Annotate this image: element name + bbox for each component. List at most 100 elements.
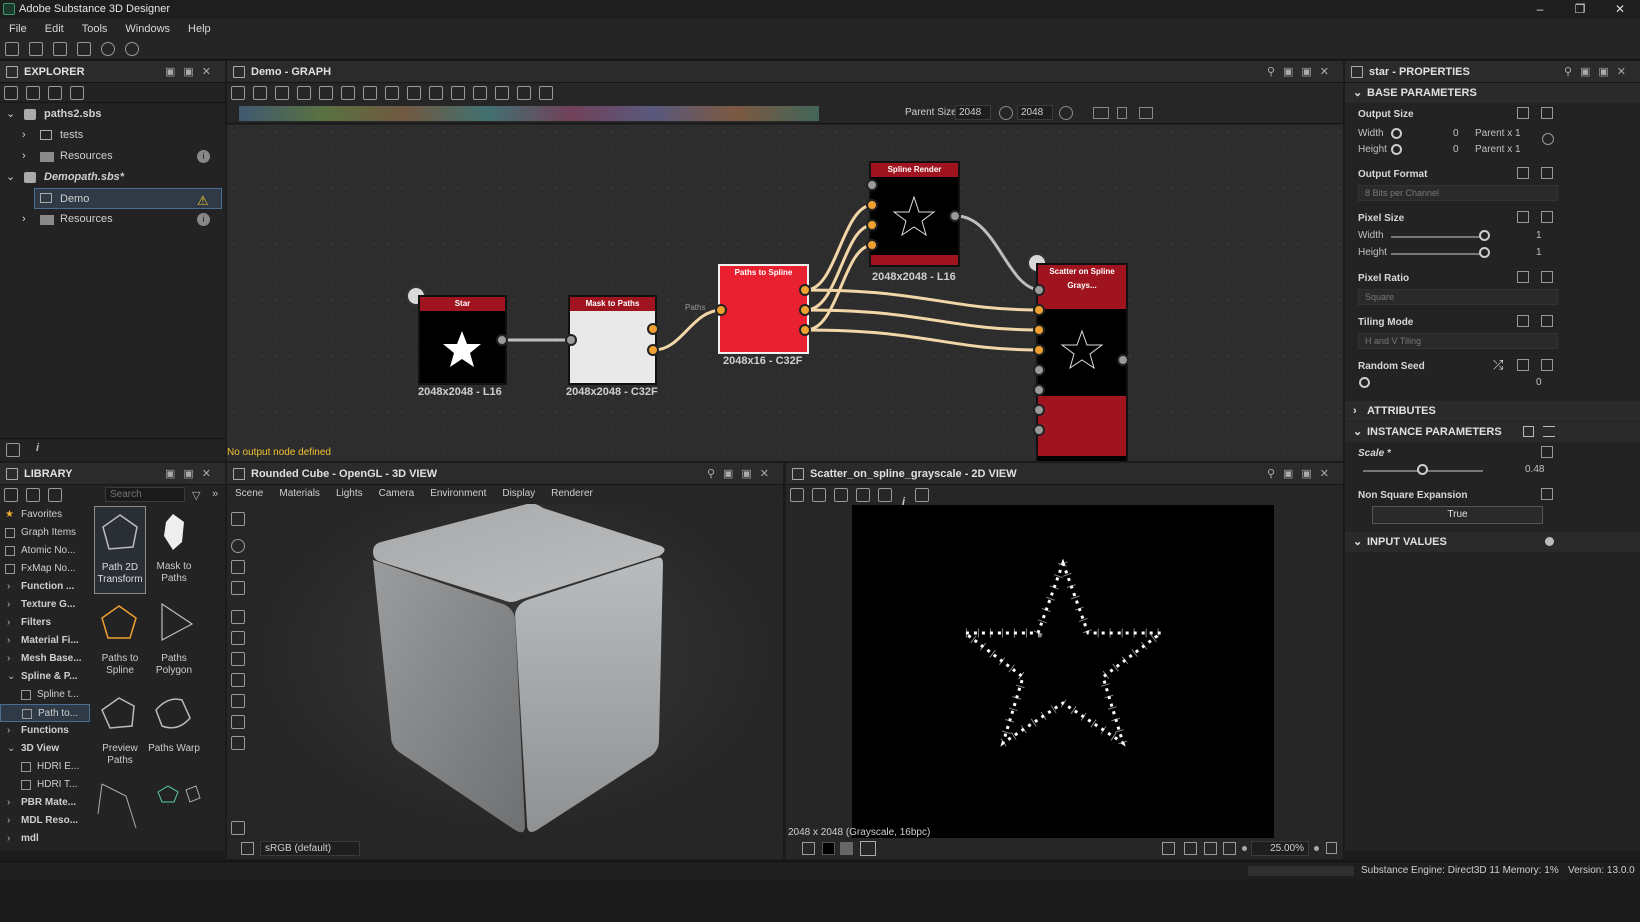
input-port[interactable] [1033,304,1045,316]
input-port[interactable] [866,239,878,251]
input-port[interactable] [866,219,878,231]
relative-to-parent-icon[interactable] [1517,315,1529,327]
align-icon[interactable] [341,86,355,100]
height-slider-handle[interactable] [1391,144,1402,155]
maximize-button[interactable]: ❐ [1565,1,1595,18]
comment-icon[interactable] [385,86,399,100]
tiling-mode-select[interactable]: H and V Tiling [1358,333,1558,349]
pixel-width-slider[interactable] [1391,236,1485,238]
lock-icon[interactable] [1326,842,1337,854]
menu-scene[interactable]: Scene [227,485,271,503]
frame-icon[interactable] [1204,842,1217,855]
tools-icon[interactable] [473,86,487,100]
node-scatter-on-spline[interactable]: Scatter on Spline Grays... [1036,263,1128,461]
parent-size-select[interactable]: 2048 [955,105,991,120]
copy-icon[interactable] [790,488,804,502]
output-port[interactable] [799,304,811,316]
save-icon[interactable] [77,42,91,56]
histogram-icon[interactable] [915,488,930,502]
light-icon[interactable] [231,539,245,553]
panel-controls[interactable]: ⚲▣▣✕ [1267,463,1337,485]
panel-controls[interactable]: ▣▣✕ [165,61,219,83]
publish-tool-icon[interactable] [517,86,531,100]
new-graph-icon[interactable] [5,42,19,56]
2d-viewport[interactable]: 2048 x 2048 (Grayscale, 16bpc) [786,505,1343,838]
black-bg-icon[interactable] [822,842,835,855]
input-port[interactable] [1033,364,1045,376]
section-attributes[interactable]: › ATTRIBUTES [1345,401,1640,421]
frame-node-icon[interactable] [407,86,421,100]
relative-to-parent-icon[interactable] [1517,271,1529,283]
slider-handle[interactable] [1479,247,1490,258]
reset-icon[interactable] [1059,106,1073,120]
menu-display[interactable]: Display [494,485,543,503]
info-i-icon[interactable]: i [36,442,39,454]
snapshot-icon[interactable] [231,581,245,595]
node-star[interactable]: Star [418,295,507,385]
library-category[interactable]: FxMap No... [0,560,90,578]
layout-icon[interactable] [363,86,377,100]
input-port[interactable] [565,334,577,346]
filter-icon[interactable]: ▽ [192,489,200,502]
library-category[interactable]: › PBR Mate... [0,794,90,812]
relative-to-parent-icon[interactable] [1517,359,1529,371]
panel-controls[interactable]: ▣▣✕ [165,463,219,485]
menu-materials[interactable]: Materials [271,485,328,503]
menu-icon[interactable] [1543,426,1555,437]
warning-icon[interactable]: ⚠ [197,190,209,211]
hierarchy-icon[interactable] [231,821,245,835]
library-category[interactable]: HDRI T... [0,776,90,794]
link-size-icon[interactable] [999,106,1013,120]
refresh-icon[interactable] [451,86,465,100]
layers-icon[interactable] [241,842,254,855]
layers-icon[interactable] [802,842,815,855]
thumb-mask-to-paths[interactable]: Mask to Paths [148,506,200,594]
pin-node-icon[interactable] [429,86,443,100]
thumb-paths-warp[interactable]: Paths Warp [148,688,200,774]
save-package-icon[interactable] [4,86,18,100]
input-port[interactable] [1033,424,1045,436]
thumb-path-2d-transform[interactable]: Path 2D Transform [94,506,146,594]
thumb-paths-polygon[interactable]: Paths Polygon [148,598,200,684]
library-category[interactable]: › Function ... [0,578,90,596]
info-tool-icon[interactable] [297,86,311,100]
section-input-values[interactable]: ⌄ INPUT VALUES [1345,532,1640,552]
zoom-icon[interactable] [319,86,333,100]
axis-icon[interactable] [231,631,245,645]
cube-icon[interactable] [231,652,245,666]
node-spline-render[interactable]: Spline Render [869,161,960,267]
library-add-icon[interactable] [4,488,18,502]
export-icon[interactable] [495,86,509,100]
tree-item-folder[interactable]: › Resources i [0,146,225,167]
library-category[interactable]: › Filters [0,614,90,632]
menu-tools[interactable]: Tools [73,19,117,39]
tree-item-folder[interactable]: › Resources i [0,209,225,230]
info-icon[interactable]: i [197,213,210,226]
panel-controls[interactable]: ⚲▣▣✕ [1267,61,1337,83]
pixel-ratio-select[interactable]: Square [1358,289,1558,305]
zoom-input[interactable]: 25.00% [1251,841,1309,856]
menu-camera[interactable]: Camera [371,485,423,503]
cylinder-icon[interactable] [231,715,245,729]
height-relative[interactable]: Parent x 1 [1475,144,1521,155]
menu-icon[interactable] [1541,446,1553,458]
link-icon[interactable] [1542,133,1554,145]
frame-icon[interactable] [231,86,245,100]
open-folder-icon[interactable] [53,42,67,56]
environment-icon[interactable] [231,560,245,574]
input-port[interactable] [1033,344,1045,356]
grid-icon[interactable] [231,610,245,624]
menu-icon[interactable] [1541,167,1553,179]
compute-icon[interactable] [1093,107,1109,119]
section-base-parameters[interactable]: ⌄ BASE PARAMETERS [1345,83,1640,103]
grid-view-icon[interactable] [1162,842,1175,855]
menu-edit[interactable]: Edit [36,19,73,39]
panel-controls[interactable]: ⚲▣▣✕ [1564,61,1634,83]
expand-icon[interactable]: » [212,488,218,500]
pixel-height-slider[interactable] [1391,253,1485,255]
video-camera-icon[interactable] [231,512,245,526]
node-mask-to-paths[interactable]: Mask to Paths [568,295,657,385]
menu-icon[interactable] [1541,359,1553,371]
menu-help[interactable]: Help [179,19,220,39]
panel-controls[interactable]: ⚲▣▣✕ [707,463,777,485]
